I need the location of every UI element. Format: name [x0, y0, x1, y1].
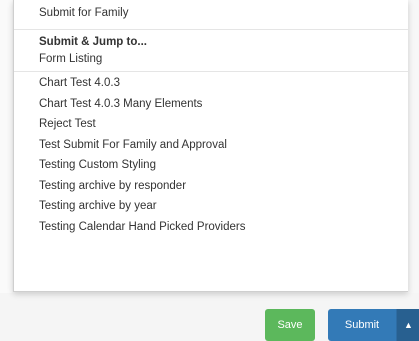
menu-item-form[interactable]: Testing archive by year — [14, 196, 408, 217]
dropdown-menu-list: Submit for Family Submit & Jump to... Fo… — [14, 0, 408, 237]
menu-divider — [14, 29, 408, 30]
menu-item-submit-for-family[interactable]: Submit for Family — [14, 0, 408, 27]
menu-item-form[interactable]: Test Submit For Family and Approval — [14, 135, 408, 156]
menu-item-form[interactable]: Reject Test — [14, 114, 408, 135]
menu-item-form[interactable]: Testing Calendar Hand Picked Providers — [14, 217, 408, 238]
menu-item-form[interactable]: Chart Test 4.0.3 — [14, 73, 408, 94]
submit-button[interactable]: Submit — [328, 309, 396, 341]
menu-section-header: Submit & Jump to... — [39, 36, 147, 48]
save-button[interactable]: Save — [265, 309, 315, 341]
menu-item-form-listing[interactable]: Form Listing — [14, 50, 408, 69]
page-left-edge — [0, 0, 12, 293]
submit-options-toggle[interactable]: ▲ — [396, 309, 419, 341]
menu-item-form[interactable]: Chart Test 4.0.3 Many Elements — [14, 94, 408, 115]
menu-divider — [14, 71, 408, 72]
caret-up-icon: ▲ — [404, 320, 413, 330]
menu-item-form[interactable]: Testing Custom Styling — [14, 155, 408, 176]
menu-item-form[interactable]: Testing archive by responder — [14, 176, 408, 197]
submit-dropdown-menu[interactable]: Submit for Family Submit & Jump to... Fo… — [13, 0, 408, 292]
